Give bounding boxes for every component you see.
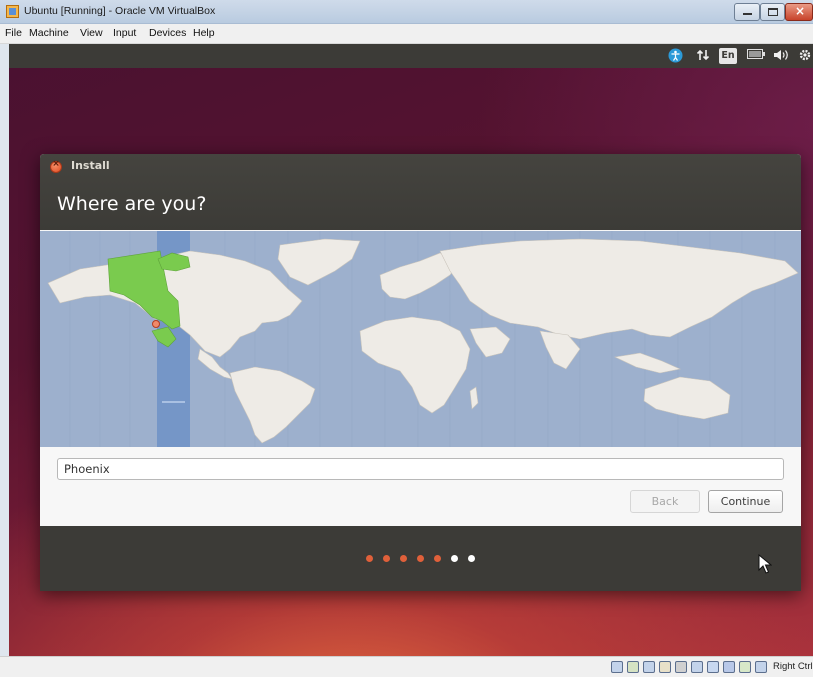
maximize-button[interactable]: [760, 3, 785, 21]
display-icon[interactable]: [691, 661, 703, 673]
minimize-button[interactable]: [734, 3, 760, 21]
host-key-label: Right Ctrl: [773, 661, 813, 672]
menu-help[interactable]: Help: [193, 27, 215, 39]
settings-gear-icon[interactable]: [797, 48, 813, 64]
keyboard-layout-indicator[interactable]: En: [719, 48, 737, 64]
page-heading: Where are you?: [57, 193, 207, 215]
usb-icon[interactable]: [659, 661, 671, 673]
timezone-map[interactable]: [40, 231, 801, 447]
video-capture-icon[interactable]: [707, 661, 719, 673]
world-map-svg: [47, 231, 799, 447]
back-button[interactable]: Back: [630, 490, 700, 513]
close-icon: ×: [52, 159, 60, 169]
mouse-integration-icon[interactable]: [739, 661, 751, 673]
hard-disk-icon[interactable]: [611, 661, 623, 673]
progress-dot-pending: [468, 555, 475, 562]
ubuntu-top-panel: En: [9, 44, 813, 68]
progress-dot-complete: [417, 555, 424, 562]
host-key-icon[interactable]: [755, 661, 767, 673]
installer-footer: [40, 526, 801, 591]
vbox-statusbar: Right Ctrl: [0, 656, 813, 677]
menu-bar: File Machine View Input Devices Help: [0, 24, 813, 44]
install-dialog: × Install Where are you? Phoenix Back Co…: [40, 154, 801, 591]
volume-icon[interactable]: [772, 48, 790, 64]
progress-dot-complete: [434, 555, 441, 562]
progress-dot-complete: [383, 555, 390, 562]
progress-dot-complete: [366, 555, 373, 562]
guest-display[interactable]: En × Install Where are you? Phoenix Back…: [9, 44, 813, 656]
menu-input[interactable]: Input: [113, 27, 136, 39]
close-window-button[interactable]: ×: [785, 3, 813, 21]
dialog-title: Install: [71, 159, 110, 172]
shared-folders-icon[interactable]: [675, 661, 687, 673]
virtualbox-app-icon: [6, 5, 19, 18]
menu-view[interactable]: View: [80, 27, 103, 39]
dialog-close-button[interactable]: ×: [50, 159, 62, 173]
battery-icon[interactable]: [746, 48, 766, 64]
optical-drive-icon[interactable]: [627, 661, 639, 673]
vbox-titlebar: Ubuntu [Running] - Oracle VM VirtualBox …: [0, 0, 813, 24]
window-title: Ubuntu [Running] - Oracle VM VirtualBox: [24, 5, 216, 17]
network-adapter-icon[interactable]: [643, 661, 655, 673]
location-input[interactable]: [57, 458, 784, 480]
dialog-header: × Install Where are you?: [40, 154, 801, 230]
continue-button[interactable]: Continue: [708, 490, 783, 513]
network-icon[interactable]: [695, 48, 711, 64]
accessibility-icon[interactable]: [667, 48, 683, 64]
progress-dot-pending: [451, 555, 458, 562]
mouse-pointer-icon: [758, 554, 772, 574]
menu-devices[interactable]: Devices: [149, 27, 186, 39]
menu-machine[interactable]: Machine: [29, 27, 69, 39]
menu-file[interactable]: File: [5, 27, 22, 39]
cpu-icon[interactable]: [723, 661, 735, 673]
progress-dot-complete: [400, 555, 407, 562]
